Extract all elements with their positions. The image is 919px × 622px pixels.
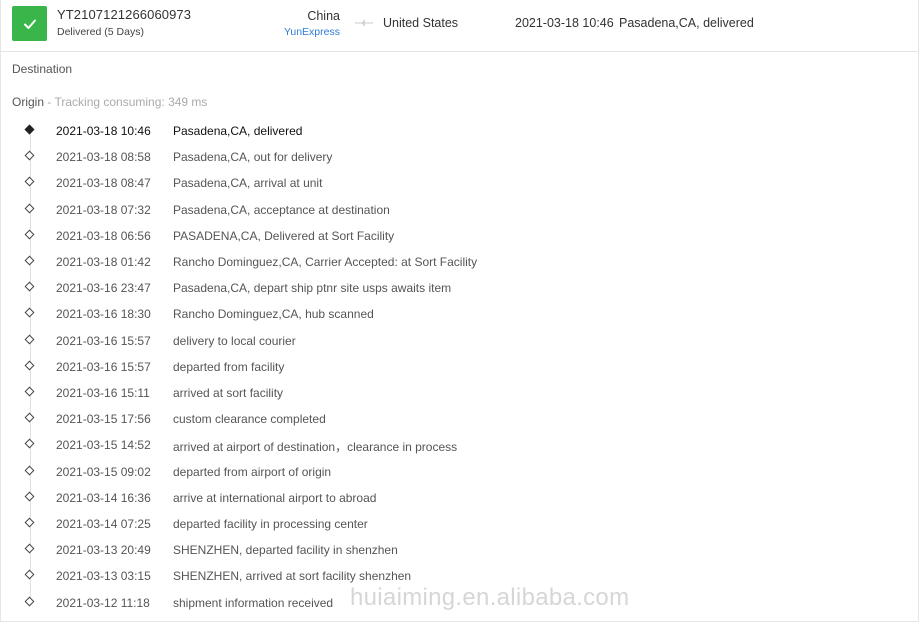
tracking-number[interactable]: YT2107121266060973: [57, 7, 191, 22]
destination-section-label: Destination: [12, 62, 73, 76]
latest-event-time: 2021-03-18 10:46: [515, 16, 614, 30]
diamond-marker-icon: [24, 517, 35, 528]
event-time: 2021-03-16 15:11: [56, 386, 150, 400]
timeline-event: 2021-03-13 20:49 SHENZHEN, departed facil…: [1, 537, 918, 563]
timeline-event: 2021-03-16 15:57 departed from facility: [1, 354, 918, 380]
event-description: shipment information received: [173, 595, 334, 610]
timeline-event: 2021-03-18 08:58 Pasadena,CA, out for del…: [1, 144, 918, 170]
diamond-marker-icon: [24, 281, 35, 292]
timeline-event: 2021-03-16 15:11 arrived at sort facility: [1, 380, 918, 406]
event-description: Pasadena,CA, out for delivery: [173, 150, 333, 165]
tracking-page: YT2107121266060973 Delivered (5 Days) Ch…: [0, 0, 919, 622]
diamond-marker-icon: [24, 124, 35, 135]
event-time: 2021-03-18 08:47: [56, 176, 151, 191]
timeline-event: 2021-03-14 16:36 arrive at international …: [1, 485, 918, 511]
timeline-event: 2021-03-18 07:32 Pasadena,CA, acceptance …: [1, 197, 918, 223]
origin-separator: -: [44, 95, 55, 109]
destination-country: United States: [383, 16, 459, 30]
origin-country: China: [307, 9, 340, 23]
timeline-event: 2021-03-16 15:57 delivery to local courie…: [1, 328, 918, 354]
event-time: 2021-03-14 07:25: [56, 517, 151, 531]
event-time: 2021-03-13 20:49: [56, 543, 151, 558]
event-description: Pasadena,CA, arrival at unit: [173, 176, 323, 191]
event-time: 2021-03-13 03:15: [56, 569, 151, 584]
diamond-marker-icon: [24, 569, 35, 580]
timeline-event: 2021-03-13 03:15 SHENZHEN, arrived at sor…: [1, 563, 918, 589]
origin-label: Origin: [12, 95, 45, 109]
event-description: arrived at sort facility: [173, 386, 284, 400]
timeline-event: 2021-03-18 08:47 Pasadena,CA, arrival at …: [1, 170, 918, 196]
checkmark-icon: [23, 19, 36, 29]
event-time: 2021-03-16 15:57: [56, 359, 151, 374]
event-time: 2021-03-16 18:30: [56, 307, 151, 322]
diamond-marker-icon: [24, 229, 35, 240]
diamond-marker-icon: [24, 150, 35, 161]
event-time: 2021-03-14 16:36: [56, 490, 151, 505]
event-description: Pasadena,CA, acceptance at destination: [173, 202, 390, 217]
event-description: custom clearance completed: [173, 412, 326, 427]
event-time: 2021-03-16 23:47: [56, 281, 151, 296]
diamond-marker-icon: [24, 255, 35, 266]
event-description: departed facility in processing center: [173, 517, 368, 531]
diamond-marker-icon: [24, 543, 35, 554]
timeline-event: 2021-03-15 17:56 custom clearance complet…: [1, 406, 918, 432]
plane-icon: [355, 20, 373, 26]
diamond-marker-icon: [24, 596, 35, 607]
tracking-consuming: Tracking consuming: 349 ms: [54, 95, 208, 109]
delivery-status: Delivered (5 Days): [57, 26, 144, 38]
event-description: SHENZHEN, arrived at sort facility shenz…: [173, 569, 412, 584]
timeline-event: 2021-03-15 09:02 departed from airport of…: [1, 459, 918, 485]
timeline-event: 2021-03-14 07:25 departed facility in pro…: [1, 511, 918, 537]
event-description: SHENZHEN, departed facility in shenzhen: [173, 543, 398, 558]
diamond-marker-icon: [24, 438, 35, 449]
event-time: 2021-03-15 09:02: [56, 464, 151, 479]
event-description: PASADENA,CA, Delivered at Sort Facility: [173, 228, 395, 243]
diamond-marker-icon: [24, 307, 35, 318]
timeline-event: 2021-03-18 06:56 PASADENA,CA, Delivered a…: [1, 223, 918, 249]
timeline-event-current: 2021-03-18 10:46 Pasadena,CA, delivered: [1, 118, 918, 144]
timeline-event: 2021-03-12 11:18 shipment information rec…: [1, 590, 918, 616]
diamond-marker-icon: [24, 491, 35, 502]
diamond-marker-icon: [24, 412, 35, 423]
event-description: delivery to local courier: [173, 333, 296, 348]
diamond-marker-icon: [24, 176, 35, 187]
event-description: Rancho Dominguez,CA, Carrier Accepted: a…: [173, 255, 478, 269]
event-time: 2021-03-16 15:57: [56, 333, 151, 348]
event-description: Pasadena,CA, depart ship ptnr site usps …: [173, 281, 452, 296]
event-time: 2021-03-15 14:52: [56, 438, 151, 453]
latest-event-description: Pasadena,CA, delivered: [619, 16, 754, 30]
diamond-marker-icon: [24, 334, 35, 345]
timeline-event: 2021-03-16 23:47 Pasadena,CA, depart ship…: [1, 275, 918, 301]
event-description: Rancho Dominguez,CA, hub scanned: [173, 307, 374, 322]
event-description: Pasadena,CA, delivered: [173, 124, 303, 138]
event-time: 2021-03-18 01:42: [56, 255, 151, 269]
diamond-marker-icon: [24, 386, 35, 397]
carrier-link[interactable]: YunExpress: [284, 26, 340, 38]
origin-section-label: Origin - Tracking consuming: 349 ms: [12, 95, 207, 109]
event-time: 2021-03-15 17:56: [56, 412, 151, 427]
timeline-event: 2021-03-16 18:30 Rancho Dominguez,CA, hub…: [1, 301, 918, 327]
diamond-marker-icon: [24, 360, 35, 371]
event-description: departed from airport of origin: [173, 464, 332, 479]
event-time: 2021-03-12 11:18: [56, 595, 150, 610]
event-time: 2021-03-18 06:56: [56, 228, 151, 243]
status-badge: [12, 6, 47, 41]
diamond-marker-icon: [24, 203, 35, 214]
event-time: 2021-03-18 07:32: [56, 202, 151, 217]
event-description: arrived at airport of destination，cleara…: [173, 440, 458, 455]
event-time: 2021-03-18 08:58: [56, 150, 151, 165]
event-description: arrive at international airport to abroa…: [173, 490, 377, 505]
diamond-marker-icon: [24, 465, 35, 476]
event-description: departed from facility: [173, 359, 285, 374]
event-time: 2021-03-18 10:46: [56, 124, 151, 138]
timeline-event: 2021-03-18 01:42 Rancho Dominguez,CA, Car…: [1, 249, 918, 275]
tracking-header[interactable]: YT2107121266060973 Delivered (5 Days) Ch…: [1, 0, 918, 52]
timeline-event: 2021-03-15 14:52 arrived at airport of de…: [1, 432, 918, 458]
